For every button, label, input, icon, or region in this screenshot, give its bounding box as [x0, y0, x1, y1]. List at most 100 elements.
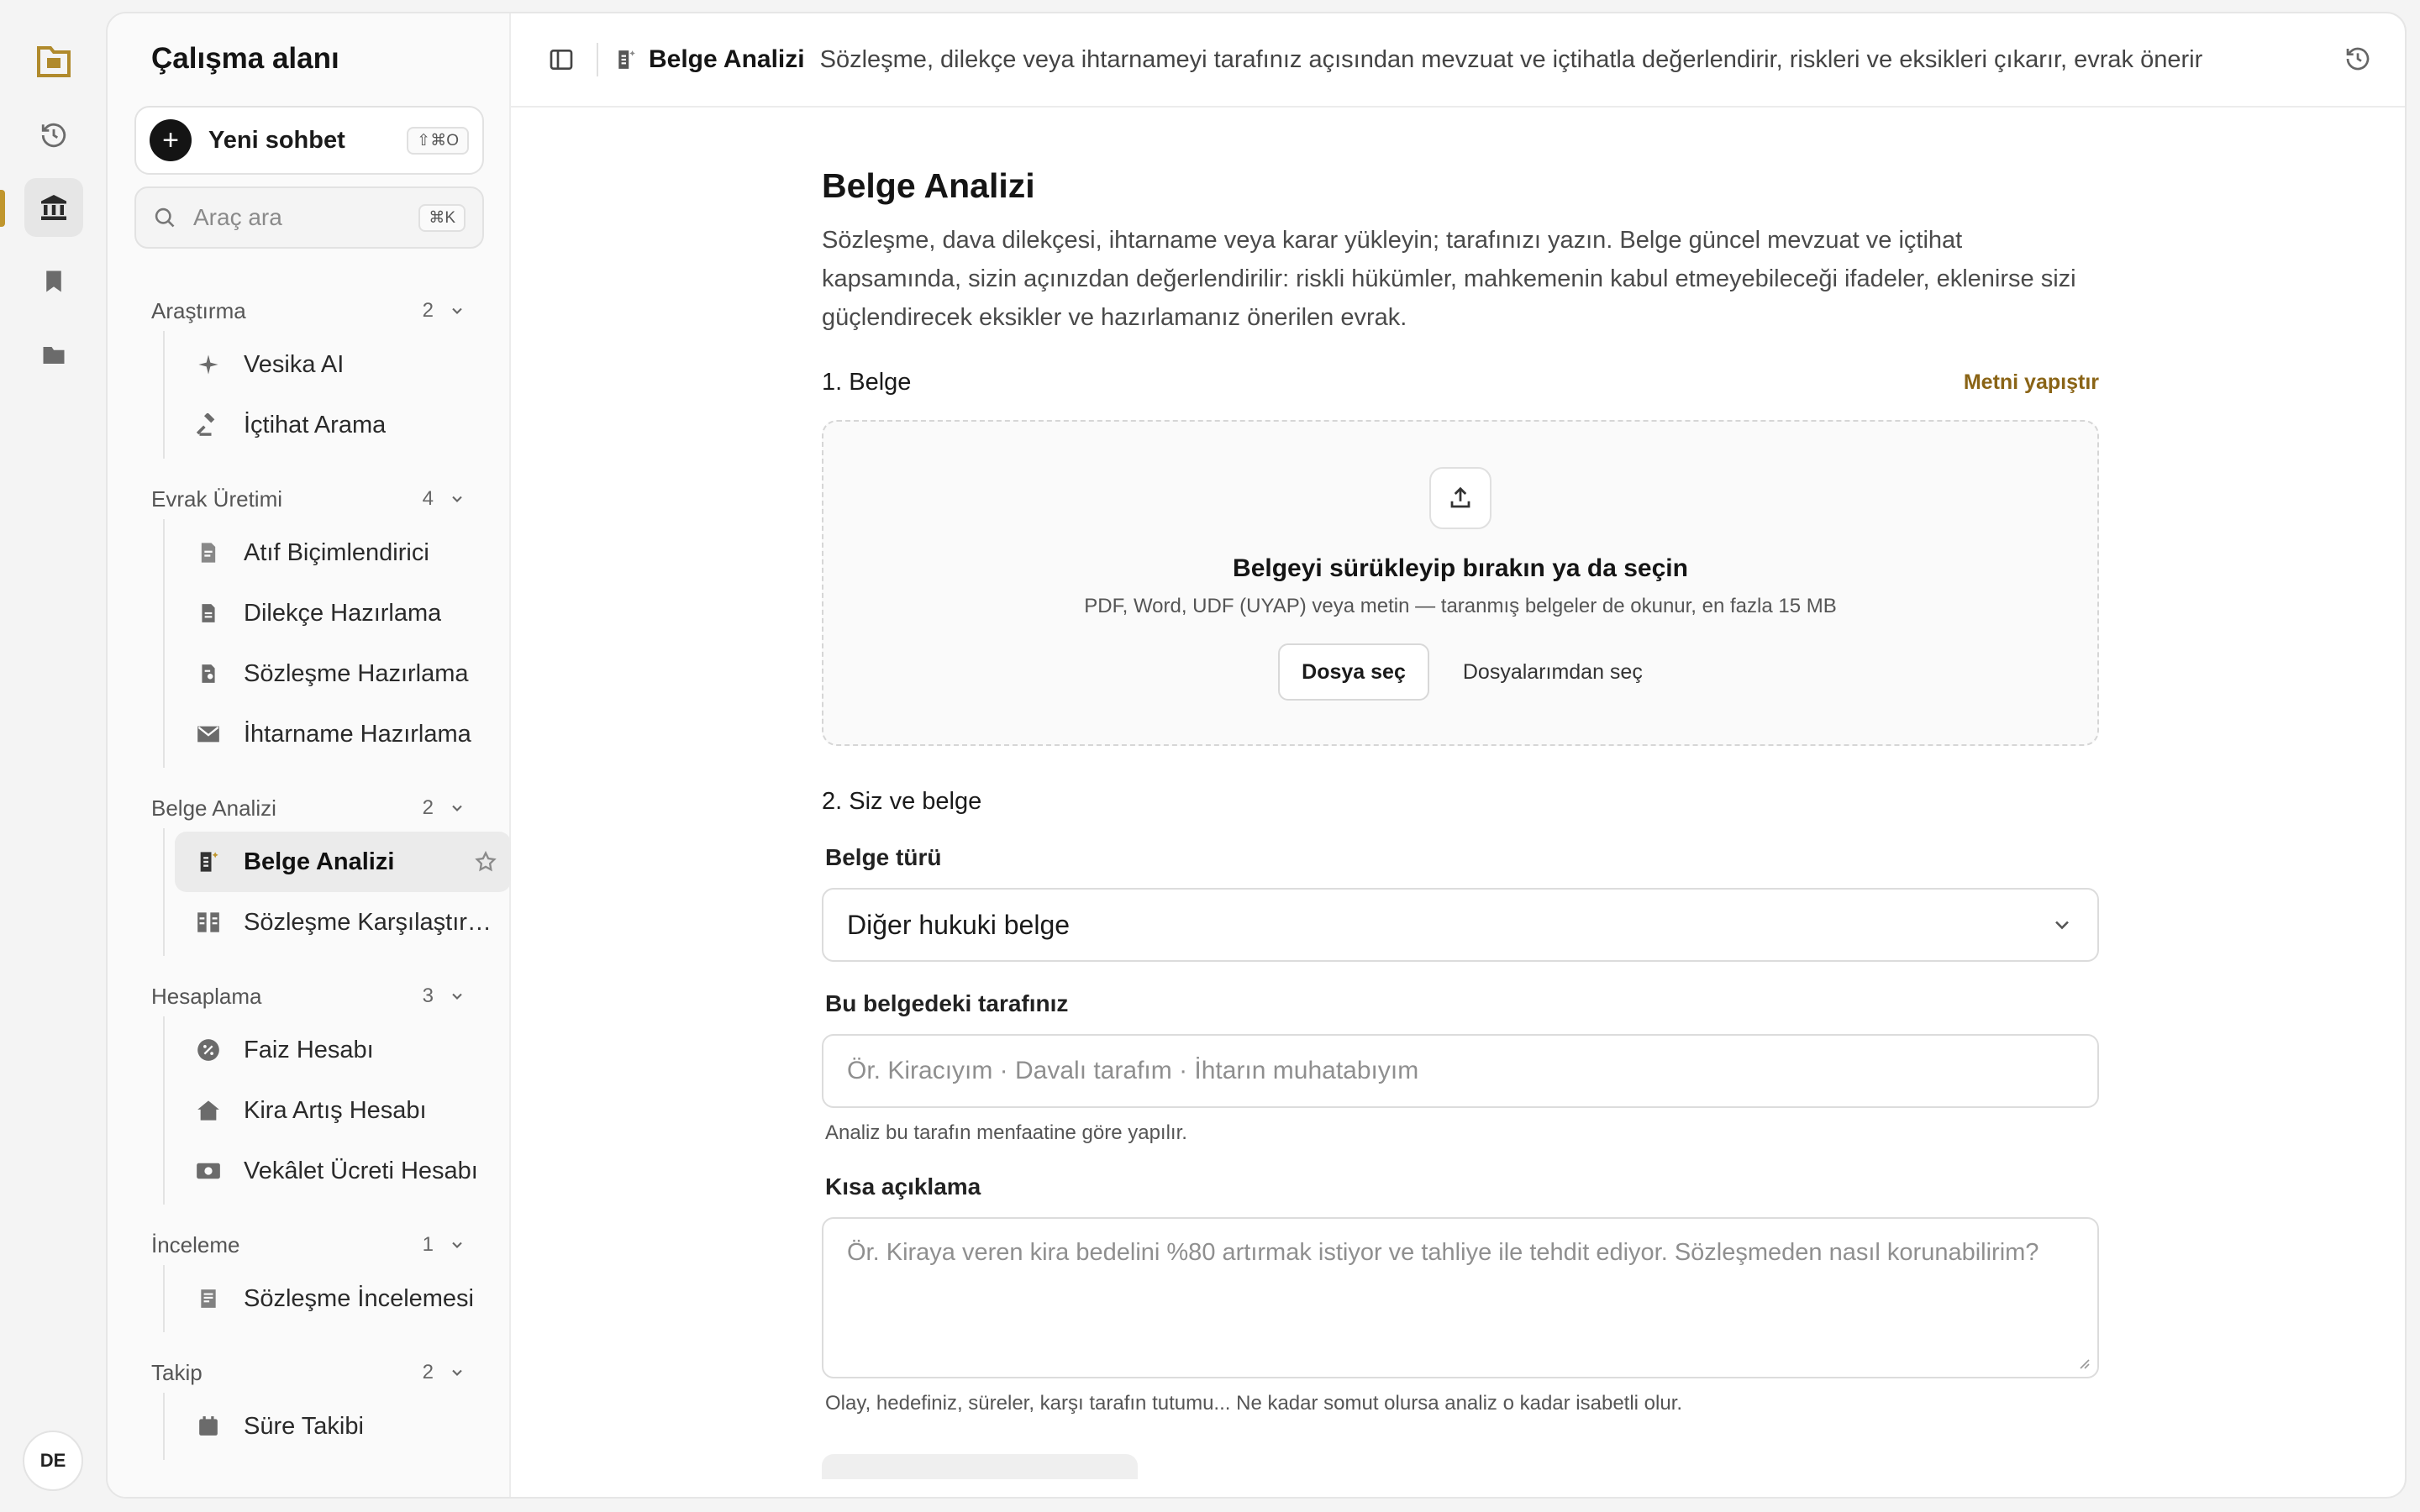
sidebar-item-sure-takibi[interactable]: Süre Takibi — [175, 1396, 511, 1457]
summary-label: Kısa açıklama — [825, 1173, 981, 1200]
sidebar-item-ihtarname-hazirlama[interactable]: İhtarname Hazırlama — [175, 704, 511, 764]
summary-placeholder: Ör. Kiraya veren kira bedelini %80 artır… — [847, 1239, 2039, 1266]
nav-group-header[interactable]: Evrak Üretimi 4 — [108, 479, 511, 519]
sidebar-item-label: Dilekçe Hazırlama — [244, 599, 442, 627]
summary-textarea[interactable]: Ör. Kiraya veren kira bedelini %80 artır… — [822, 1217, 2099, 1378]
resize-handle-icon[interactable] — [2075, 1355, 2091, 1370]
tool-search-input[interactable]: Araç ara ⌘K — [134, 186, 484, 249]
money-icon — [195, 1162, 222, 1180]
party-label: Bu belgedeki tarafınız — [825, 990, 1069, 1016]
sidebar-item-label: Vesika AI — [244, 350, 345, 378]
sidebar-item-label: Faiz Hesabı — [244, 1036, 374, 1063]
sidebar-item-kira-artis-hesabi[interactable]: Kira Artış Hesabı — [175, 1080, 511, 1141]
sidebar-item-vekalet-ucreti-hesabi[interactable]: Vekâlet Ücreti Hesabı — [175, 1141, 511, 1201]
chevron-down-icon — [452, 307, 462, 314]
party-placeholder: Ör. Kiracıyım · Davalı tarafım · İhtarın… — [847, 1057, 1419, 1084]
main-card: Çalışma alanı + Yeni sohbet ⇧⌘O Araç ara… — [106, 12, 2407, 1499]
chevron-down-icon — [452, 1369, 462, 1376]
sidebar-toggle-icon[interactable] — [548, 46, 575, 73]
new-chat-button[interactable]: + Yeni sohbet ⇧⌘O — [134, 106, 484, 175]
percent-icon — [195, 1038, 222, 1062]
choose-file-button[interactable]: Dosya seç — [1278, 643, 1429, 701]
file-dropzone[interactable]: Belgeyi sürükleyip bırakın ya da seçin P… — [822, 420, 2099, 746]
nav-group-header[interactable]: Araştırma 2 — [108, 291, 511, 331]
avatar[interactable]: DE — [23, 1431, 83, 1491]
history-icon[interactable] — [24, 106, 83, 165]
house-icon — [195, 1099, 222, 1122]
choose-from-my-files-button[interactable]: Dosyalarımdan seç — [1463, 660, 1643, 685]
nav-group-count: 2 — [422, 1361, 434, 1383]
dropzone-title: Belgeyi sürükleyip bırakın ya da seçin — [1233, 554, 1688, 582]
search-shortcut: ⌘K — [418, 203, 466, 232]
sidebar-item-label: İçtihat Arama — [244, 411, 387, 438]
doc-type-label: Belge türü — [825, 844, 942, 870]
nav-group-header[interactable]: Hesaplama 3 — [108, 976, 511, 1016]
chevron-down-icon — [2055, 921, 2069, 930]
courthouse-icon[interactable] — [24, 178, 83, 237]
sidebar-item-label: Vekâlet Ücreti Hesabı — [244, 1157, 478, 1184]
search-placeholder: Araç ara — [193, 204, 282, 230]
sidebar-item-atif-bicimlendirici[interactable]: Atıf Biçimlendirici — [175, 522, 511, 583]
party-hint: Analiz bu tarafın menfaatine göre yapılı… — [825, 1121, 1187, 1144]
history-icon[interactable] — [2344, 45, 2371, 76]
nav-group-header[interactable]: Takip 2 — [108, 1352, 511, 1393]
chevron-down-icon — [452, 1242, 462, 1248]
sidebar-item-belge-analizi[interactable]: Belge Analizi — [175, 832, 511, 892]
sidebar-item-vesika-ai[interactable]: Vesika AI — [175, 334, 511, 395]
review-icon — [195, 1287, 222, 1310]
sparkle-icon — [195, 353, 222, 376]
header-title: Belge Analizi — [649, 45, 805, 73]
nav-group-count: 2 — [422, 796, 434, 819]
nav-group-evrak-uretimi: Evrak Üretimi 4 Atıf Biçimlendirici Dile… — [108, 479, 511, 768]
envelope-icon — [195, 724, 222, 744]
document-analysis-icon — [195, 850, 222, 874]
nav-group-takip: Takip 2 Süre Takibi — [108, 1352, 511, 1460]
sidebar-item-label: Sözleşme Hazırlama — [244, 659, 469, 687]
nav-group-label: Araştırma — [151, 297, 246, 323]
sidebar-item-dilekce-hazirlama[interactable]: Dilekçe Hazırlama — [175, 583, 511, 643]
sidebar-item-ictihat-arama[interactable]: İçtihat Arama — [175, 395, 511, 455]
main-content: Belge Analizi Sözleşme, dava dilekçesi, … — [822, 108, 2099, 1479]
search-icon — [155, 207, 175, 228]
sidebar-item-label: Belge Analizi — [244, 848, 395, 875]
nav-group-label: Belge Analizi — [151, 795, 276, 821]
chevron-down-icon — [452, 805, 462, 811]
submit-button[interactable] — [822, 1454, 1138, 1479]
bookmark-icon[interactable] — [24, 252, 83, 311]
nav-group-count: 1 — [422, 1233, 434, 1256]
new-chat-shortcut: ⇧⌘O — [407, 126, 469, 155]
document-icon — [195, 601, 222, 625]
sidebar: Çalışma alanı + Yeni sohbet ⇧⌘O Araç ara… — [108, 13, 511, 1497]
nav-group-label: Hesaplama — [151, 983, 262, 1009]
nav-group-label: Evrak Üretimi — [151, 486, 283, 512]
contract-icon — [195, 662, 222, 685]
nav-group-belge-analizi: Belge Analizi 2 Belge Analizi Sözleşme K… — [108, 788, 511, 956]
paste-text-link[interactable]: Metni yapıştır — [1964, 370, 2099, 395]
sidebar-item-faiz-hesabi[interactable]: Faiz Hesabı — [175, 1020, 511, 1080]
chevron-down-icon — [452, 496, 462, 502]
sidebar-item-sozlesme-incelemesi[interactable]: Sözleşme İncelemesi — [175, 1268, 511, 1329]
sidebar-item-sozlesme-karsilastirma[interactable]: Sözleşme Karşılaştır… — [175, 892, 511, 953]
star-icon[interactable] — [474, 850, 497, 880]
sidebar-item-sozlesme-hazirlama[interactable]: Sözleşme Hazırlama — [175, 643, 511, 704]
party-input[interactable]: Ör. Kiracıyım · Davalı tarafım · İhtarın… — [822, 1034, 2099, 1108]
page-description: Sözleşme, dava dilekçesi, ihtarname veya… — [822, 227, 2076, 331]
gavel-icon — [195, 413, 222, 437]
section-title: 2. Siz ve belge — [822, 788, 982, 815]
nav-group-header[interactable]: İnceleme 1 — [108, 1225, 511, 1265]
icon-rail: DE — [0, 0, 106, 1512]
folder-icon[interactable] — [24, 326, 83, 385]
header-divider — [597, 43, 598, 76]
sidebar-item-label: İhtarname Hazırlama — [244, 720, 471, 748]
logo-icon[interactable] — [24, 32, 83, 91]
nav-group-inceleme: İnceleme 1 Sözleşme İncelemesi — [108, 1225, 511, 1332]
active-indicator — [0, 190, 5, 227]
doc-type-select[interactable]: Diğer hukuki belge — [822, 888, 2099, 962]
nav-group-header[interactable]: Belge Analizi 2 — [108, 788, 511, 828]
nav-group-count: 4 — [422, 487, 434, 510]
new-chat-label: Yeni sohbet — [208, 126, 345, 154]
header-description: Sözleşme, dilekçe veya ihtarnameyi taraf… — [819, 45, 2203, 73]
nav-group-arastirma: Araştırma 2 Vesika AI İçtihat Arama — [108, 291, 511, 459]
nav-group-count: 3 — [422, 984, 434, 1007]
section-title: 1. Belge — [822, 369, 912, 396]
